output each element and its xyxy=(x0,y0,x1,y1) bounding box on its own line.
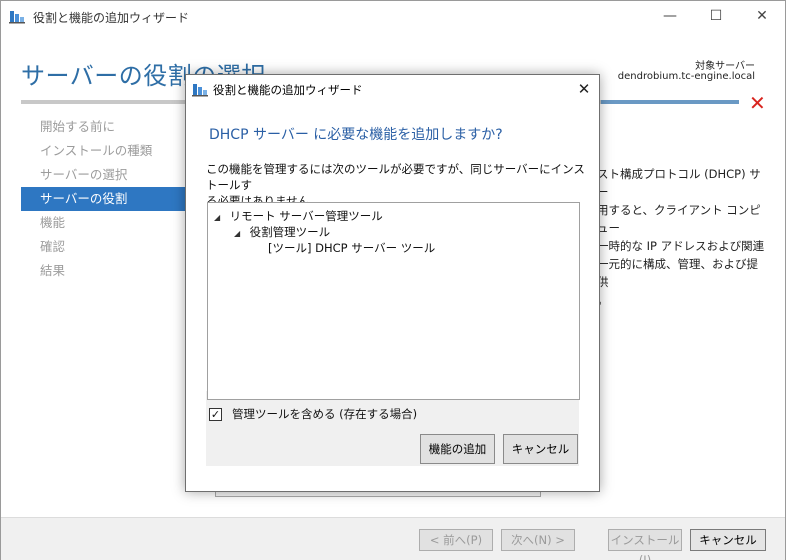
include-management-tools-row[interactable]: ✓ 管理ツールを含める (存在する場合) xyxy=(209,406,417,422)
titlebar: 役割と機能の追加ウィザード — ☐ ✕ xyxy=(1,1,785,31)
nav-item-results[interactable]: 結果 xyxy=(21,259,187,283)
checkbox-label: 管理ツールを含める (存在する場合) xyxy=(232,407,418,421)
description-line: 一元的に構成、管理、および提供 xyxy=(597,257,758,289)
error-icon[interactable]: ✕ xyxy=(749,91,766,115)
description-line: 用すると、クライアント コンピュー xyxy=(597,203,761,235)
dialog-title: 役割と機能の追加ウィザード xyxy=(213,83,363,97)
maximize-button[interactable]: ☐ xyxy=(693,1,739,31)
nav-item-server-selection[interactable]: サーバーの選択 xyxy=(21,163,187,187)
next-button[interactable]: 次へ(N) > xyxy=(501,529,575,551)
server-manager-icon xyxy=(9,11,25,24)
target-server-label: 対象サーバー xyxy=(695,61,755,72)
dialog-heading: DHCP サーバー に必要な機能を追加しますか? xyxy=(209,127,503,143)
description-line: 一時的な IP アドレスおよび関連 xyxy=(597,239,765,253)
include-management-tools-checkbox[interactable]: ✓ xyxy=(209,407,222,421)
expand-arrow-icon[interactable]: ◢ xyxy=(234,229,246,238)
nav-item-server-roles[interactable]: サーバーの役割 xyxy=(21,187,187,211)
dialog-cancel-button[interactable]: キャンセル xyxy=(503,434,578,464)
tree-item-dhcp-server-tools[interactable]: [ツール] DHCP サーバー ツール xyxy=(268,240,435,256)
add-features-dialog: 役割と機能の追加ウィザード ✕ DHCP サーバー に必要な機能を追加しますか?… xyxy=(185,74,600,492)
tree-item-remote-server-admin-tools[interactable]: ◢ リモート サーバー管理ツール xyxy=(214,208,383,224)
wizard-nav: 開始する前に インストールの種類 サーバーの選択 サーバーの役割 機能 確認 結… xyxy=(21,115,187,283)
header-divider-accent xyxy=(601,100,739,104)
features-tree: ◢ リモート サーバー管理ツール ◢ 役割管理ツール [ツール] DHCP サー… xyxy=(207,202,580,400)
close-button[interactable]: ✕ xyxy=(739,1,785,31)
description-line: スト構成プロトコル (DHCP) サー xyxy=(597,167,761,199)
window-title: 役割と機能の追加ウィザード xyxy=(33,11,190,25)
add-features-button[interactable]: 機能の追加 xyxy=(420,434,495,464)
nav-item-features[interactable]: 機能 xyxy=(21,211,187,235)
nav-item-installation-type[interactable]: インストールの種類 xyxy=(21,139,187,163)
target-server-name: dendrobium.tc-engine.local xyxy=(617,71,755,82)
minimize-button[interactable]: — xyxy=(647,1,693,31)
dialog-close-icon[interactable]: ✕ xyxy=(574,79,594,99)
tree-item-label: 役割管理ツール xyxy=(249,225,331,239)
previous-button[interactable]: < 前へ(P) xyxy=(419,529,493,551)
wizard-cancel-button[interactable]: キャンセル xyxy=(690,529,766,551)
tree-item-label: [ツール] DHCP サーバー ツール xyxy=(268,241,436,255)
tree-item-label: リモート サーバー管理ツール xyxy=(229,209,383,223)
description-line: 。 xyxy=(597,293,609,307)
tree-item-role-admin-tools[interactable]: ◢ 役割管理ツール xyxy=(234,224,330,240)
install-button[interactable]: インストール(I) xyxy=(608,529,682,560)
expand-arrow-icon[interactable]: ◢ xyxy=(214,213,226,222)
nav-item-before-you-begin[interactable]: 開始する前に xyxy=(21,115,187,139)
server-manager-icon xyxy=(192,84,208,97)
dialog-titlebar: 役割と機能の追加ウィザード ✕ xyxy=(186,75,599,103)
role-description: スト構成プロトコル (DHCP) サー 用すると、クライアント コンピュー 一時… xyxy=(597,165,767,309)
nav-item-confirmation[interactable]: 確認 xyxy=(21,235,187,259)
checkmark-icon: ✓ xyxy=(210,407,221,421)
wizard-footer: < 前へ(P) 次へ(N) > インストール(I) キャンセル xyxy=(1,517,785,560)
dialog-body-line: この機能を管理するには次のツールが必要ですが、同じサーバーにインストールす xyxy=(206,162,585,192)
